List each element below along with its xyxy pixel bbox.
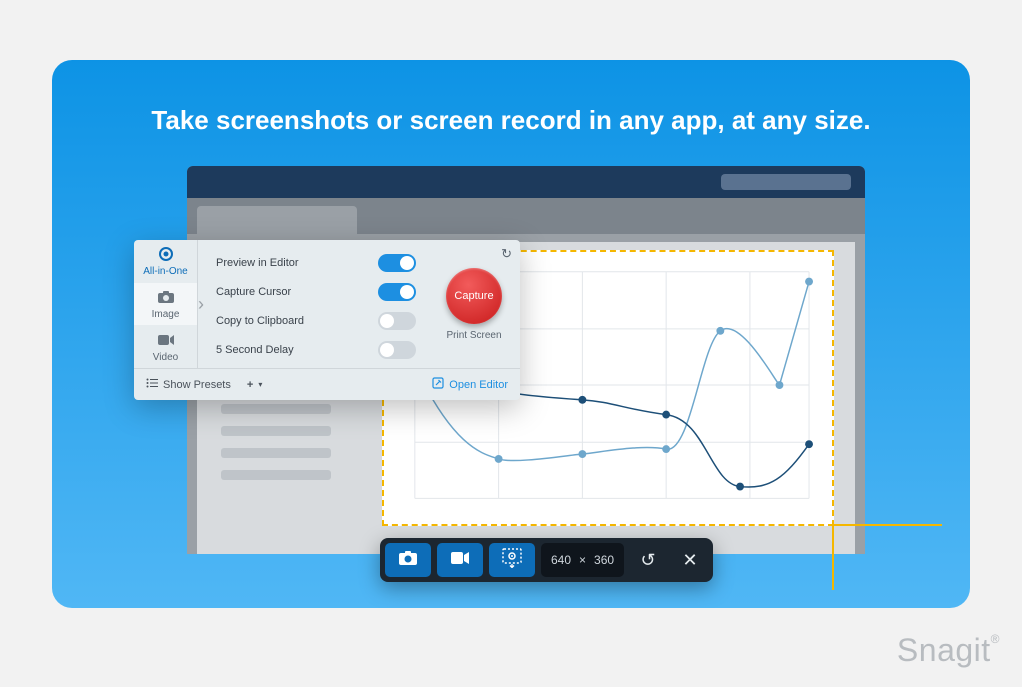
toolbar-reset-button[interactable]: ↺ xyxy=(630,550,666,571)
mode-video[interactable]: Video xyxy=(134,325,197,368)
capture-button[interactable]: Capture xyxy=(446,268,502,324)
target-icon xyxy=(157,245,175,263)
panel-footer: Show Presets + ▾ Open Editor xyxy=(134,368,520,400)
video-icon xyxy=(157,331,175,349)
mode-column: All-in-One Image Video xyxy=(134,240,198,368)
mode-all-in-one[interactable]: All-in-One xyxy=(134,240,197,283)
close-icon: ✕ xyxy=(683,550,698,570)
show-presets-button[interactable]: Show Presets xyxy=(146,378,231,391)
open-editor-label: Open Editor xyxy=(449,379,508,391)
mode-label: Image xyxy=(152,309,180,320)
option-delay: 5 Second Delay xyxy=(216,341,416,359)
toggle-preview[interactable] xyxy=(378,254,416,272)
show-presets-label: Show Presets xyxy=(163,379,231,391)
camera-icon xyxy=(157,288,175,306)
option-label: Preview in Editor xyxy=(216,257,299,269)
toolbar-close-button[interactable]: ✕ xyxy=(672,550,708,571)
chevron-down-icon: ▾ xyxy=(258,380,262,389)
option-label: Copy to Clipboard xyxy=(216,315,304,327)
toolbar-image-button[interactable] xyxy=(385,543,431,577)
dim-separator: × xyxy=(579,553,586,567)
option-label: 5 Second Delay xyxy=(216,344,294,356)
toolbar-region-button[interactable] xyxy=(489,543,535,577)
capture-toolbar: 640 × 360 ↺ ✕ xyxy=(380,538,713,582)
browser-tabbar xyxy=(187,198,865,234)
browser-url-placeholder xyxy=(721,174,851,190)
region-select-icon xyxy=(501,548,523,573)
open-editor-button[interactable]: Open Editor xyxy=(432,377,508,392)
headline-text: Take screenshots or screen record in any… xyxy=(52,105,970,136)
toggle-clipboard[interactable] xyxy=(378,312,416,330)
toggle-cursor[interactable] xyxy=(378,283,416,301)
add-preset-button[interactable]: + ▾ xyxy=(247,379,262,391)
options-column: Preview in Editor Capture Cursor Copy to… xyxy=(198,240,428,368)
list-icon xyxy=(146,378,158,391)
toolbar-video-button[interactable] xyxy=(437,543,483,577)
dimension-display[interactable]: 640 × 360 xyxy=(541,543,624,577)
option-cursor: Capture Cursor xyxy=(216,283,416,301)
browser-topbar xyxy=(187,166,865,198)
toggle-delay[interactable] xyxy=(378,341,416,359)
plus-icon: + xyxy=(247,379,253,391)
promo-card: Take screenshots or screen record in any… xyxy=(52,60,970,608)
dim-width: 640 xyxy=(551,553,571,567)
edit-icon xyxy=(432,377,444,392)
option-label: Capture Cursor xyxy=(216,286,291,298)
mode-label: All-in-One xyxy=(143,266,187,277)
option-clipboard: Copy to Clipboard xyxy=(216,312,416,330)
camera-icon xyxy=(398,550,418,571)
capture-button-label: Capture xyxy=(454,290,493,302)
watermark-text: Snagit xyxy=(897,632,991,668)
browser-tab xyxy=(197,206,357,234)
option-preview: Preview in Editor xyxy=(216,254,416,272)
dim-height: 360 xyxy=(594,553,614,567)
mode-label: Video xyxy=(153,352,178,363)
refresh-icon[interactable]: ↻ xyxy=(501,246,512,262)
video-icon xyxy=(450,551,470,570)
capture-panel: All-in-One Image Video › xyxy=(134,240,520,400)
snagit-watermark: Snagit® xyxy=(897,632,1000,669)
capture-column: ↻ Capture Print Screen xyxy=(428,240,520,368)
undo-icon: ↺ xyxy=(641,550,656,570)
capture-shortcut: Print Screen xyxy=(446,330,501,341)
mode-image[interactable]: Image xyxy=(134,283,197,326)
panel-main: All-in-One Image Video › xyxy=(134,240,520,368)
